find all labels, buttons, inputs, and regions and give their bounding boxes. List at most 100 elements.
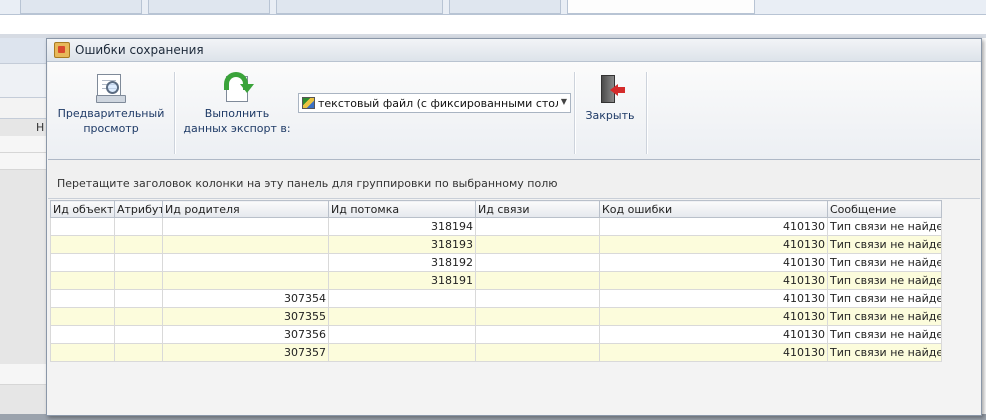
cell-child-id[interactable] <box>328 307 476 326</box>
background-tab-active[interactable] <box>567 0 755 14</box>
column-header-object-id[interactable]: Ид объекта <box>50 200 115 218</box>
close-label: Закрыть <box>585 109 635 122</box>
cell-child-id[interactable]: 318191 <box>328 271 476 290</box>
cell-parent-id[interactable]: 307357 <box>162 343 329 362</box>
ribbon-separator <box>174 72 176 154</box>
table-row[interactable]: 318191 410130 Тип связи не найден. <box>50 271 942 290</box>
background-tab[interactable] <box>20 0 142 14</box>
export-button[interactable]: Выполнить данных экспорт в: <box>182 72 292 136</box>
close-button[interactable]: Закрыть <box>580 74 640 123</box>
cell-message[interactable]: Тип связи не найден. <box>827 343 942 362</box>
preview-label-line2: просмотр <box>83 122 139 135</box>
preview-label-line1: Предварительный <box>57 107 165 120</box>
cell-parent-id[interactable]: 307355 <box>162 307 329 326</box>
cell-message[interactable]: Тип связи не найден. <box>827 307 942 326</box>
background-tab[interactable] <box>449 0 561 14</box>
dropdown-arrow-icon[interactable]: ▼ <box>561 97 567 106</box>
cell-message[interactable]: Тип связи не найден. <box>827 289 942 308</box>
cell-object-id[interactable] <box>50 217 115 236</box>
table-row[interactable]: 318194 410130 Тип связи не найден. <box>50 217 942 236</box>
export-label-line1: Выполнить <box>204 107 270 120</box>
table-row[interactable]: 307355 410130 Тип связи не найден. <box>50 307 942 326</box>
cell-link-id[interactable] <box>475 253 600 272</box>
cell-object-id[interactable] <box>50 289 115 308</box>
cell-link-id[interactable] <box>475 235 600 254</box>
cell-child-id[interactable] <box>328 325 476 344</box>
cell-error-code[interactable]: 410130 <box>599 253 828 272</box>
cell-parent-id[interactable] <box>162 235 329 254</box>
export-format-select[interactable]: текстовый файл (с фиксированными столбца… <box>298 93 571 113</box>
cell-parent-id[interactable] <box>162 217 329 236</box>
table-row[interactable]: 307356 410130 Тип связи не найден. <box>50 325 942 344</box>
cell-attribute[interactable] <box>114 271 163 290</box>
save-errors-dialog: Ошибки сохранения Предварительный просмо… <box>46 38 982 416</box>
cell-parent-id[interactable]: 307356 <box>162 325 329 344</box>
dialog-title: Ошибки сохранения <box>75 43 204 57</box>
cell-error-code[interactable]: 410130 <box>599 307 828 326</box>
cell-error-code[interactable]: 410130 <box>599 343 828 362</box>
background-tab[interactable] <box>276 0 443 14</box>
cell-link-id[interactable] <box>475 343 600 362</box>
cell-attribute[interactable] <box>114 325 163 344</box>
cell-parent-id[interactable] <box>162 271 329 290</box>
cell-object-id[interactable] <box>50 343 115 362</box>
background-left-panel: Н <box>0 38 47 414</box>
cell-message[interactable]: Тип связи не найден. <box>827 235 942 254</box>
cell-parent-id[interactable]: 307354 <box>162 289 329 308</box>
column-header-message[interactable]: Сообщение <box>827 200 942 218</box>
cell-parent-id[interactable] <box>162 253 329 272</box>
cell-link-id[interactable] <box>475 217 600 236</box>
cell-child-id[interactable]: 318194 <box>328 217 476 236</box>
ribbon-separator <box>574 72 576 154</box>
preview-icon <box>96 74 126 103</box>
cell-error-code[interactable]: 410130 <box>599 217 828 236</box>
column-header-error-code[interactable]: Код ошибки <box>599 200 828 218</box>
group-by-panel[interactable]: Перетащите заголовок колонки на эту пане… <box>48 160 980 199</box>
export-icon <box>222 72 254 102</box>
cell-message[interactable]: Тип связи не найден. <box>827 253 942 272</box>
cell-attribute[interactable] <box>114 343 163 362</box>
cell-object-id[interactable] <box>50 325 115 344</box>
column-header-link-id[interactable]: Ид связи <box>475 200 600 218</box>
group-by-hint: Перетащите заголовок колонки на эту пане… <box>57 177 558 190</box>
cell-attribute[interactable] <box>114 217 163 236</box>
cell-link-id[interactable] <box>475 325 600 344</box>
background-tab[interactable] <box>148 0 270 14</box>
cell-child-id[interactable]: 318192 <box>328 253 476 272</box>
table-row[interactable]: 318193 410130 Тип связи не найден. <box>50 235 942 254</box>
close-door-icon <box>595 74 625 104</box>
table-row[interactable]: 318192 410130 Тип связи не найден. <box>50 253 942 272</box>
cell-error-code[interactable]: 410130 <box>599 289 828 308</box>
cell-attribute[interactable] <box>114 253 163 272</box>
column-header-child-id[interactable]: Ид потомка <box>328 200 476 218</box>
cell-error-code[interactable]: 410130 <box>599 235 828 254</box>
dialog-titlebar[interactable]: Ошибки сохранения <box>47 39 981 62</box>
cell-attribute[interactable] <box>114 235 163 254</box>
cell-attribute[interactable] <box>114 289 163 308</box>
errors-grid: Ид объекта Атрибут Ид родителя Ид потомк… <box>50 200 942 362</box>
cell-message[interactable]: Тип связи не найден. <box>827 325 942 344</box>
background-column-header: Н <box>36 121 45 134</box>
cell-child-id[interactable]: 318193 <box>328 235 476 254</box>
cell-error-code[interactable]: 410130 <box>599 325 828 344</box>
cell-message[interactable]: Тип связи не найден. <box>827 271 942 290</box>
preview-button[interactable]: Предварительный просмотр <box>56 74 166 136</box>
cell-object-id[interactable] <box>50 235 115 254</box>
table-row[interactable]: 307354 410130 Тип связи не найден. <box>50 289 942 308</box>
cell-object-id[interactable] <box>50 253 115 272</box>
cell-object-id[interactable] <box>50 271 115 290</box>
table-row[interactable]: 307357 410130 Тип связи не найден. <box>50 343 942 362</box>
cell-object-id[interactable] <box>50 307 115 326</box>
cell-attribute[interactable] <box>114 307 163 326</box>
cell-link-id[interactable] <box>475 307 600 326</box>
cell-error-code[interactable]: 410130 <box>599 271 828 290</box>
cell-link-id[interactable] <box>475 289 600 308</box>
ribbon-separator <box>646 72 648 154</box>
cell-child-id[interactable] <box>328 343 476 362</box>
export-label-line2: данных экспорт в: <box>183 122 291 135</box>
cell-child-id[interactable] <box>328 289 476 308</box>
column-header-parent-id[interactable]: Ид родителя <box>162 200 329 218</box>
column-header-attribute[interactable]: Атрибут <box>114 200 163 218</box>
cell-message[interactable]: Тип связи не найден. <box>827 217 942 236</box>
cell-link-id[interactable] <box>475 271 600 290</box>
